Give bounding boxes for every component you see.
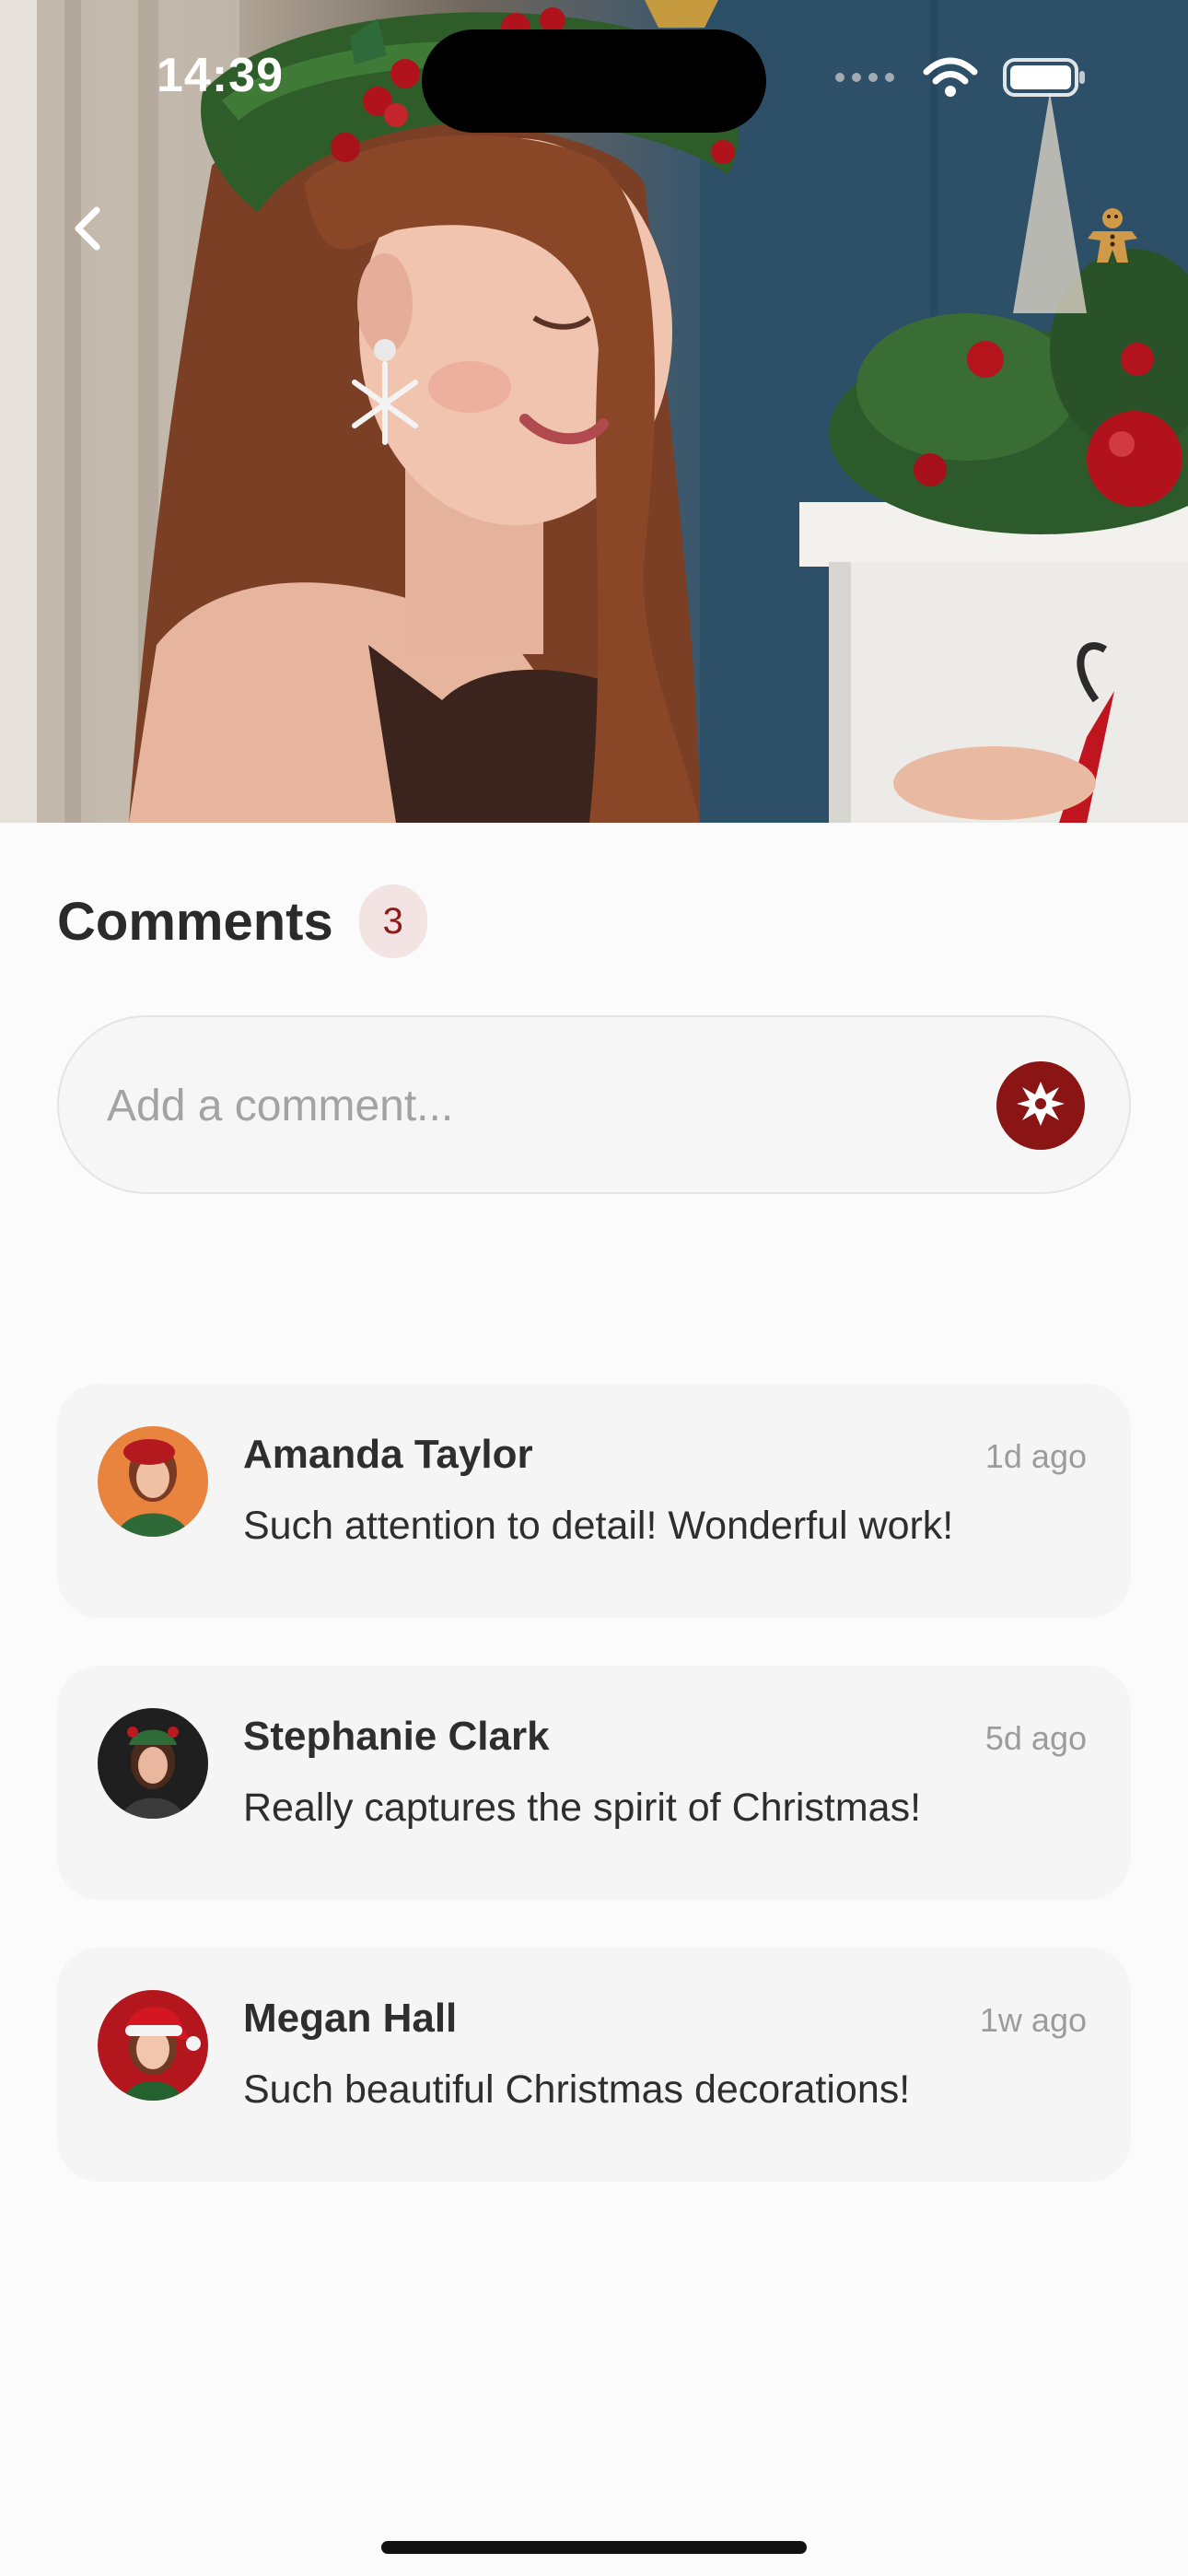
comments-header: Comments 3 <box>57 884 427 958</box>
comment-text: Such beautiful Christmas decorations! <box>243 2067 911 2112</box>
avatar[interactable] <box>98 1708 208 1819</box>
battery-icon <box>1002 57 1087 102</box>
comments-title: Comments <box>57 891 333 952</box>
comment-card: Stephanie Clark 5d ago Really captures t… <box>57 1666 1131 1900</box>
send-comment-button[interactable] <box>996 1061 1085 1150</box>
comment-author[interactable]: Amanda Taylor <box>243 1432 533 1478</box>
gingerbread-icon <box>1080 205 1145 275</box>
comment-input[interactable] <box>105 1017 1011 1194</box>
home-indicator[interactable] <box>381 2541 807 2554</box>
signal-icon <box>834 68 899 91</box>
wifi-icon <box>923 57 978 102</box>
comment-time: 1d ago <box>984 1437 1087 1475</box>
comment-time: 5d ago <box>984 1719 1087 1757</box>
dynamic-island <box>422 29 766 133</box>
comment-text: Such attention to detail! Wonderful work… <box>243 1504 954 1548</box>
back-chevron-icon <box>71 205 102 257</box>
snowflake-icon <box>1015 1078 1066 1134</box>
comment-text: Really captures the spirit of Christmas! <box>243 1786 922 1830</box>
comment-card: Megan Hall 1w ago Such beautiful Christm… <box>57 1948 1131 2182</box>
comment-time: 1w ago <box>979 2001 1087 2039</box>
status-time: 14:39 <box>157 49 284 102</box>
comment-author[interactable]: Megan Hall <box>243 1996 457 2042</box>
comment-card: Amanda Taylor 1d ago Such attention to d… <box>57 1384 1131 1618</box>
gingerbread-button[interactable] <box>1076 203 1149 276</box>
comments-count-badge: 3 <box>358 884 427 958</box>
avatar[interactable] <box>98 1426 208 1537</box>
comment-author[interactable]: Stephanie Clark <box>243 1714 550 1760</box>
back-button[interactable] <box>57 193 116 267</box>
avatar[interactable] <box>98 1990 208 2101</box>
comment-input-container <box>57 1015 1131 1194</box>
status-icons <box>834 57 1087 102</box>
